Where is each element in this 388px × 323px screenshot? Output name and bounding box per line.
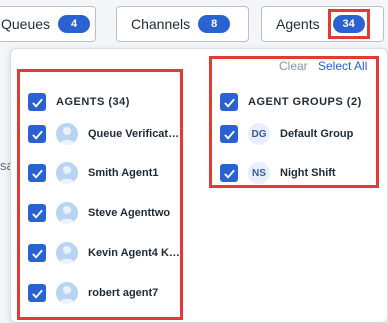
groups-section-heading: AGENT GROUPS (2) — [248, 96, 362, 108]
list-item[interactable]: robert agent7 — [28, 282, 158, 304]
channels-count-badge: 8 — [198, 15, 231, 33]
tab-queues-label: Queues — [1, 16, 51, 32]
agent-name: Smith Agent1 — [88, 167, 159, 179]
list-item[interactable]: Kevin Agent4 Ke... — [28, 242, 182, 264]
group-name: Default Group — [280, 128, 354, 140]
group-initials-avatar: DG — [248, 123, 270, 145]
agent-name: Kevin Agent4 Ke... — [88, 247, 182, 259]
tab-channels-label: Channels — [131, 16, 191, 32]
group-checkbox[interactable] — [220, 125, 238, 143]
queues-count-badge: 4 — [58, 15, 91, 33]
agent-checkbox[interactable] — [28, 204, 46, 222]
list-item[interactable]: Queue Verification — [28, 123, 182, 145]
agents-count-badge: 34 — [332, 15, 365, 33]
agents-count-highlight: 34 — [327, 9, 370, 39]
agents-section-heading: AGENTS (34) — [56, 96, 130, 108]
group-initials-avatar: NS — [248, 162, 270, 184]
groups-select-all-checkbox[interactable] — [220, 93, 238, 111]
agent-name: Queue Verification — [88, 128, 182, 140]
user-avatar-icon — [56, 282, 78, 304]
list-item[interactable]: DG Default Group — [220, 123, 353, 145]
tab-agents-label: Agents — [276, 16, 320, 32]
agents-select-all-checkbox[interactable] — [28, 93, 46, 111]
groups-select-all-row[interactable]: AGENT GROUPS (2) — [220, 93, 362, 111]
agents-filter-dropdown: Clear Select All AGENTS (34) Queue Verif… — [10, 48, 388, 323]
agent-checkbox[interactable] — [28, 244, 46, 262]
list-item[interactable]: Steve Agenttwo — [28, 202, 170, 224]
agent-name: Steve Agenttwo — [88, 207, 171, 219]
list-item[interactable]: Smith Agent1 — [28, 162, 159, 184]
tab-channels[interactable]: Channels 8 — [116, 6, 249, 42]
agent-checkbox[interactable] — [28, 284, 46, 302]
agent-checkbox[interactable] — [28, 164, 46, 182]
agents-list-panel: AGENTS (34) Queue Verification Smith Age… — [17, 69, 183, 320]
user-avatar-icon — [56, 242, 78, 264]
tab-queues[interactable]: Queues 4 — [0, 6, 96, 42]
user-avatar-icon — [56, 123, 78, 145]
agent-name: robert agent7 — [88, 287, 159, 299]
list-item[interactable]: NS Night Shift — [220, 162, 336, 184]
group-checkbox[interactable] — [220, 164, 238, 182]
agent-groups-panel: AGENT GROUPS (2) DG Default Group NS Nig… — [209, 56, 379, 188]
tab-agents[interactable]: Agents 34 — [261, 6, 384, 42]
agents-select-all-row[interactable]: AGENTS (34) — [28, 93, 130, 111]
user-avatar-icon — [56, 162, 78, 184]
agent-checkbox[interactable] — [28, 125, 46, 143]
group-name: Night Shift — [280, 167, 336, 179]
user-avatar-icon — [56, 202, 78, 224]
